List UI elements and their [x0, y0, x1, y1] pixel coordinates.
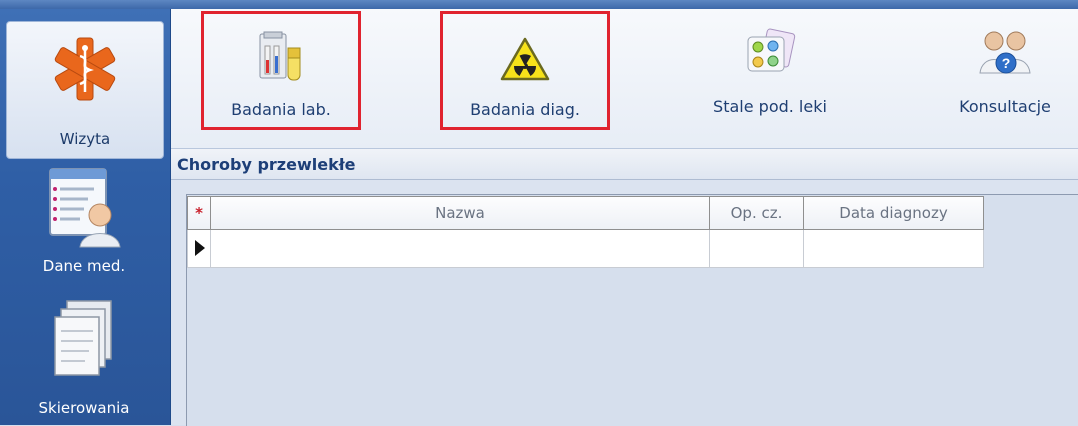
diagnostic-tests-label: Badania diag.: [470, 100, 580, 119]
sidebar-item-skierowania[interactable]: Skierowania: [6, 295, 162, 425]
sidebar-item-label: Dane med.: [42, 257, 126, 275]
lab-flasks-icon: [259, 31, 301, 81]
sidebar: Wizyta Dane med. Skierowania: [0, 9, 171, 425]
table-cell-op-cz[interactable]: [710, 230, 804, 268]
pills-palette-icon: [747, 28, 796, 72]
section-title: Choroby przewlekłe: [177, 155, 356, 174]
documents-icon: [54, 300, 112, 376]
permanent-meds-button[interactable]: Stale pod. leki: [690, 11, 850, 130]
svg-text:?: ?: [1002, 55, 1011, 71]
sidebar-item-dane-med[interactable]: Dane med.: [6, 161, 162, 291]
sidebar-item-label: Wizyta: [59, 130, 111, 148]
sidebar-item-label: Skierowania: [38, 399, 130, 417]
new-row-marker: *: [187, 196, 211, 230]
table-cell-data-diagnozy[interactable]: [804, 230, 984, 268]
patient-record-icon: [49, 168, 121, 248]
current-row-arrow-icon: [195, 240, 205, 256]
section-header: Choroby przewlekłe: [171, 149, 1078, 180]
radiation-warning-icon: [500, 37, 550, 81]
consultations-label: Konsultacje: [959, 97, 1051, 116]
medical-star-icon: [54, 37, 116, 101]
column-header-op-cz[interactable]: Op. cz.: [710, 196, 804, 230]
lab-tests-label: Badania lab.: [231, 100, 331, 119]
diagnostic-tests-button[interactable]: Badania diag.: [440, 11, 610, 130]
table-cell-nazwa[interactable]: [211, 230, 710, 268]
sidebar-item-wizyta[interactable]: Wizyta: [6, 21, 164, 159]
column-header-nazwa[interactable]: Nazwa: [211, 196, 710, 230]
permanent-meds-label: Stale pod. leki: [713, 97, 827, 116]
doctors-consult-icon: ?: [979, 31, 1031, 74]
consultations-button[interactable]: ? Konsultacje: [940, 11, 1070, 130]
row-selector[interactable]: [187, 230, 211, 268]
column-header-data-diagnozy[interactable]: Data diagnozy: [804, 196, 984, 230]
lab-tests-button[interactable]: Badania lab.: [201, 11, 361, 130]
top-strip: [0, 0, 1078, 9]
